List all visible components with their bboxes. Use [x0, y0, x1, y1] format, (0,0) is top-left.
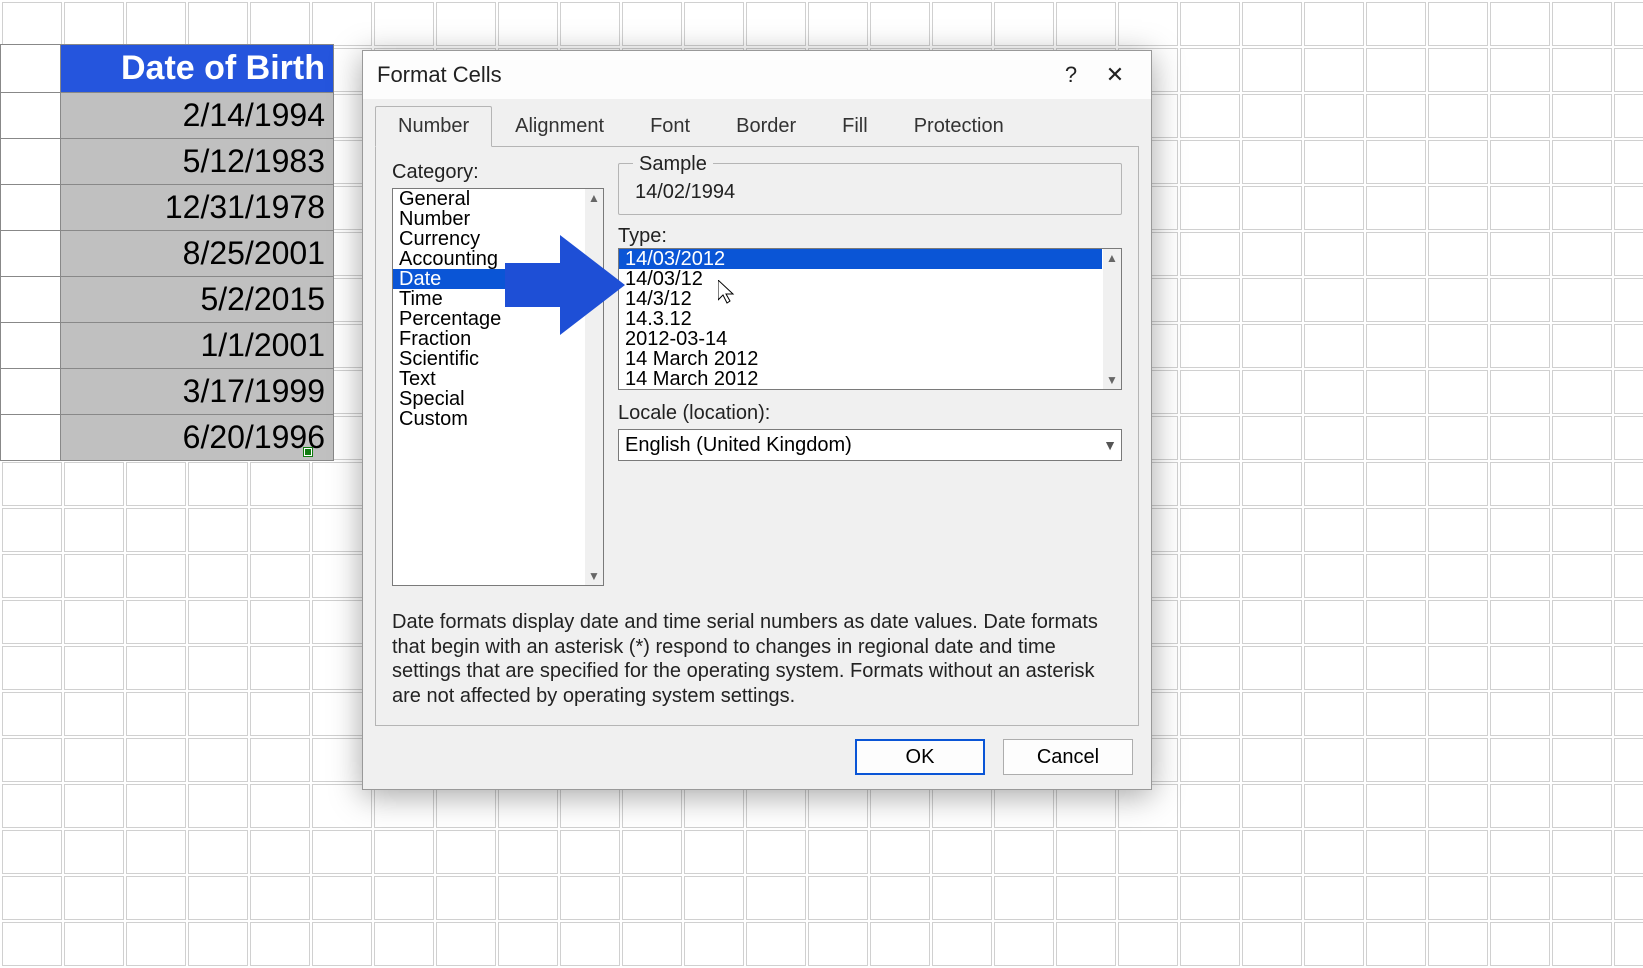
- tab-protection[interactable]: Protection: [891, 106, 1027, 147]
- type-item[interactable]: 14 March 2012: [619, 349, 1102, 369]
- type-list[interactable]: 14/03/201214/03/1214/3/1214.3.122012-03-…: [618, 248, 1122, 390]
- sample-value: 14/02/1994: [633, 181, 1107, 204]
- dialog-close-button[interactable]: ✕: [1093, 55, 1137, 95]
- column-header-date-of-birth: Date of Birth: [61, 45, 334, 93]
- type-scrollbar[interactable]: ▲ ▼: [1103, 249, 1121, 389]
- row-stub: [1, 93, 61, 139]
- data-cell[interactable]: 3/17/1999: [61, 369, 334, 415]
- type-item[interactable]: 2012-03-14: [619, 329, 1102, 349]
- dialog-titlebar[interactable]: Format Cells ? ✕: [363, 51, 1151, 99]
- category-item-date[interactable]: Date: [393, 269, 603, 289]
- dialog-help-button[interactable]: ?: [1049, 55, 1093, 95]
- dialog-title: Format Cells: [377, 62, 1049, 88]
- category-item-special[interactable]: Special: [393, 389, 603, 409]
- category-list[interactable]: GeneralNumberCurrencyAccountingDateTimeP…: [392, 188, 604, 586]
- category-scrollbar[interactable]: ▲ ▼: [585, 189, 603, 585]
- row-stub: [1, 45, 61, 93]
- data-cell[interactable]: 1/1/2001: [61, 323, 334, 369]
- format-description: Date formats display date and time seria…: [392, 610, 1122, 709]
- category-label: Category:: [392, 161, 604, 184]
- scroll-down-icon[interactable]: ▼: [585, 567, 603, 585]
- category-item-general[interactable]: General: [393, 189, 603, 209]
- type-label: Type:: [618, 225, 1122, 248]
- row-stub: [1, 185, 61, 231]
- tab-alignment[interactable]: Alignment: [492, 106, 627, 147]
- row-stub: [1, 415, 61, 461]
- locale-combobox[interactable]: English (United Kingdom) ▼: [618, 429, 1122, 461]
- sample-label: Sample: [633, 153, 713, 176]
- category-item-text[interactable]: Text: [393, 369, 603, 389]
- tab-fill[interactable]: Fill: [819, 106, 891, 147]
- data-cell[interactable]: 6/20/1996: [61, 415, 334, 461]
- category-item-percentage[interactable]: Percentage: [393, 309, 603, 329]
- row-stub: [1, 369, 61, 415]
- data-column: Date of Birth 2/14/19945/12/198312/31/19…: [0, 44, 334, 461]
- scroll-up-icon[interactable]: ▲: [585, 189, 603, 207]
- category-item-number[interactable]: Number: [393, 209, 603, 229]
- category-item-custom[interactable]: Custom: [393, 409, 603, 429]
- type-item[interactable]: 14 March 2012: [619, 369, 1102, 389]
- data-cell[interactable]: 5/2/2015: [61, 277, 334, 323]
- row-stub: [1, 277, 61, 323]
- scroll-up-icon[interactable]: ▲: [1103, 249, 1121, 267]
- row-stub: [1, 323, 61, 369]
- row-stub: [1, 139, 61, 185]
- locale-value: English (United Kingdom): [619, 432, 1099, 459]
- dialog-tabs: NumberAlignmentFontBorderFillProtection: [375, 105, 1139, 146]
- category-item-fraction[interactable]: Fraction: [393, 329, 603, 349]
- format-cells-dialog: Format Cells ? ✕ NumberAlignmentFontBord…: [362, 50, 1152, 790]
- category-item-currency[interactable]: Currency: [393, 229, 603, 249]
- category-item-scientific[interactable]: Scientific: [393, 349, 603, 369]
- type-item[interactable]: 14/3/12: [619, 289, 1102, 309]
- number-tab-panel: Category: GeneralNumberCurrencyAccountin…: [375, 146, 1139, 726]
- locale-label: Locale (location):: [618, 402, 1122, 425]
- data-cell[interactable]: 12/31/1978: [61, 185, 334, 231]
- tab-border[interactable]: Border: [713, 106, 819, 147]
- selection-handle[interactable]: [304, 448, 312, 456]
- row-stub: [1, 231, 61, 277]
- data-cell[interactable]: 2/14/1994: [61, 93, 334, 139]
- tab-number[interactable]: Number: [375, 106, 492, 147]
- data-cell[interactable]: 5/12/1983: [61, 139, 334, 185]
- type-item[interactable]: 14/03/12: [619, 269, 1102, 289]
- category-item-accounting[interactable]: Accounting: [393, 249, 603, 269]
- sample-box: Sample 14/02/1994: [618, 163, 1122, 215]
- cancel-button[interactable]: Cancel: [1003, 739, 1133, 775]
- chevron-down-icon: ▼: [1099, 437, 1121, 453]
- scroll-down-icon[interactable]: ▼: [1103, 371, 1121, 389]
- ok-button[interactable]: OK: [855, 739, 985, 775]
- type-item[interactable]: 14/03/2012: [619, 249, 1102, 269]
- tab-font[interactable]: Font: [627, 106, 713, 147]
- data-cell[interactable]: 8/25/2001: [61, 231, 334, 277]
- category-item-time[interactable]: Time: [393, 289, 603, 309]
- type-item[interactable]: 14.3.12: [619, 309, 1102, 329]
